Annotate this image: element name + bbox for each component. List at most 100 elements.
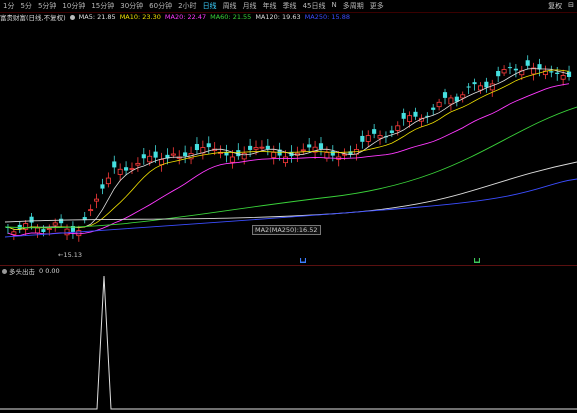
sub-settings-icon[interactable] bbox=[2, 268, 7, 274]
candle-body[interactable] bbox=[407, 115, 413, 122]
low-price-label: ←15.13 bbox=[58, 251, 83, 259]
ma-label-1: MA10: 23.30 bbox=[119, 13, 161, 21]
candle-body[interactable] bbox=[105, 177, 111, 185]
candle-body[interactable] bbox=[372, 129, 377, 134]
candle-body[interactable] bbox=[300, 149, 306, 152]
candle-body[interactable] bbox=[129, 168, 135, 170]
candle-body[interactable] bbox=[466, 86, 471, 88]
timeframe-13[interactable]: 45日线 bbox=[300, 1, 329, 11]
candle-body[interactable] bbox=[560, 75, 566, 80]
timeframe-16[interactable]: 更多 bbox=[367, 1, 387, 11]
candle-body[interactable] bbox=[283, 156, 289, 164]
sub-indicator-chart[interactable] bbox=[0, 276, 577, 413]
candle-body[interactable] bbox=[496, 71, 501, 77]
signal-line bbox=[0, 276, 577, 410]
sub-indicator-name: 多头出击 bbox=[9, 268, 35, 276]
signal-marker-icon[interactable]: ■ bbox=[474, 258, 480, 263]
timeframe-6[interactable]: 60分钟 bbox=[146, 1, 175, 11]
candle-body[interactable] bbox=[94, 198, 100, 202]
candle-body[interactable] bbox=[460, 94, 466, 99]
candle-body[interactable] bbox=[566, 71, 572, 77]
candle-body[interactable] bbox=[29, 216, 34, 223]
timeframe-7[interactable]: 2小时 bbox=[175, 1, 199, 11]
candle-body[interactable] bbox=[100, 184, 105, 189]
candle-body[interactable] bbox=[112, 161, 117, 168]
candle-body[interactable] bbox=[484, 81, 489, 88]
candle-body[interactable] bbox=[330, 151, 335, 156]
candle-body[interactable] bbox=[11, 231, 17, 235]
ma-label-4: MA120: 19.63 bbox=[255, 13, 301, 21]
candle-body[interactable] bbox=[377, 135, 383, 139]
timeframe-12[interactable]: 季线 bbox=[280, 1, 300, 11]
candle-body[interactable] bbox=[52, 222, 58, 226]
candle-body[interactable] bbox=[117, 168, 123, 175]
ma5-line bbox=[7, 68, 570, 230]
candle-body[interactable] bbox=[194, 144, 200, 151]
candle-body[interactable] bbox=[436, 101, 442, 108]
timeframe-8[interactable]: 日线 bbox=[200, 1, 220, 11]
sub-indicator-value: 0 0.00 bbox=[39, 267, 60, 275]
candle-body[interactable] bbox=[153, 151, 158, 158]
candle-body[interactable] bbox=[307, 144, 312, 148]
candle-body[interactable] bbox=[265, 145, 270, 150]
timeframe-14[interactable]: N bbox=[328, 1, 339, 11]
timeframe-1[interactable]: 5分 bbox=[17, 1, 34, 11]
timeframe-4[interactable]: 15分钟 bbox=[88, 1, 117, 11]
candle-body[interactable] bbox=[501, 69, 507, 74]
timeframe-11[interactable]: 年线 bbox=[260, 1, 280, 11]
candle-body[interactable] bbox=[241, 152, 247, 160]
timeframe-10[interactable]: 月线 bbox=[240, 1, 260, 11]
candle-body[interactable] bbox=[59, 218, 64, 224]
pane-divider[interactable] bbox=[0, 265, 577, 266]
candle-body[interactable] bbox=[318, 143, 324, 150]
candle-body[interactable] bbox=[253, 147, 259, 150]
candle-body[interactable] bbox=[507, 67, 513, 69]
candle-body[interactable] bbox=[135, 162, 141, 166]
candle-body[interactable] bbox=[124, 167, 129, 171]
candle-body[interactable] bbox=[395, 125, 401, 131]
candle-body[interactable] bbox=[35, 227, 40, 234]
timeframe-9[interactable]: 周线 bbox=[220, 1, 240, 11]
candle-body[interactable] bbox=[477, 85, 483, 91]
chart-title: 富贵财富(日线,不复权) bbox=[0, 14, 66, 22]
candle-body[interactable] bbox=[365, 135, 371, 142]
timeframe-0[interactable]: 1分 bbox=[0, 1, 17, 11]
candle-body[interactable] bbox=[271, 152, 277, 158]
ma20-line bbox=[7, 83, 570, 236]
candle-body[interactable] bbox=[513, 68, 518, 71]
candle-body[interactable] bbox=[413, 111, 418, 117]
timeframe-3[interactable]: 10分钟 bbox=[59, 1, 88, 11]
layout-icon[interactable]: ⊟ bbox=[565, 1, 577, 11]
adjust-button[interactable]: 复权 bbox=[545, 1, 565, 11]
candle-body[interactable] bbox=[170, 153, 176, 156]
candle-body[interactable] bbox=[448, 97, 454, 105]
event-marker-icon[interactable]: ■ bbox=[300, 258, 306, 263]
candle-body[interactable] bbox=[259, 146, 265, 149]
candle-body[interactable] bbox=[389, 130, 394, 133]
candle-body[interactable] bbox=[401, 112, 406, 119]
candle-body[interactable] bbox=[360, 135, 365, 142]
timeframe-5[interactable]: 30分钟 bbox=[117, 1, 146, 11]
candle-body[interactable] bbox=[525, 60, 530, 66]
candle-body[interactable] bbox=[147, 155, 153, 163]
timeframe-15[interactable]: 多周期 bbox=[340, 1, 367, 11]
candle-body[interactable] bbox=[431, 107, 436, 110]
candle-body[interactable] bbox=[88, 209, 94, 212]
settings-dot-icon[interactable] bbox=[69, 14, 75, 20]
ma-label-2: MA20: 22.47 bbox=[164, 13, 207, 21]
candle-body[interactable] bbox=[46, 228, 52, 230]
candle-body[interactable] bbox=[64, 228, 70, 236]
candle-body[interactable] bbox=[442, 92, 448, 98]
candle-body[interactable] bbox=[248, 145, 253, 150]
candle-body[interactable] bbox=[549, 71, 554, 73]
candle-body[interactable] bbox=[41, 229, 46, 232]
candle-body[interactable] bbox=[183, 152, 188, 157]
timeframe-2[interactable]: 5分钟 bbox=[35, 1, 59, 11]
candle-body[interactable] bbox=[472, 82, 477, 85]
candle-body[interactable] bbox=[206, 143, 211, 148]
candle-body[interactable] bbox=[159, 159, 164, 166]
candle-body[interactable] bbox=[229, 156, 235, 163]
candle-body[interactable] bbox=[555, 72, 560, 74]
ma-items: MA5: 21.85 MA10: 23.30 MA20: 22.47 MA60: 21… bbox=[79, 13, 354, 21]
candle-body[interactable] bbox=[141, 154, 146, 159]
